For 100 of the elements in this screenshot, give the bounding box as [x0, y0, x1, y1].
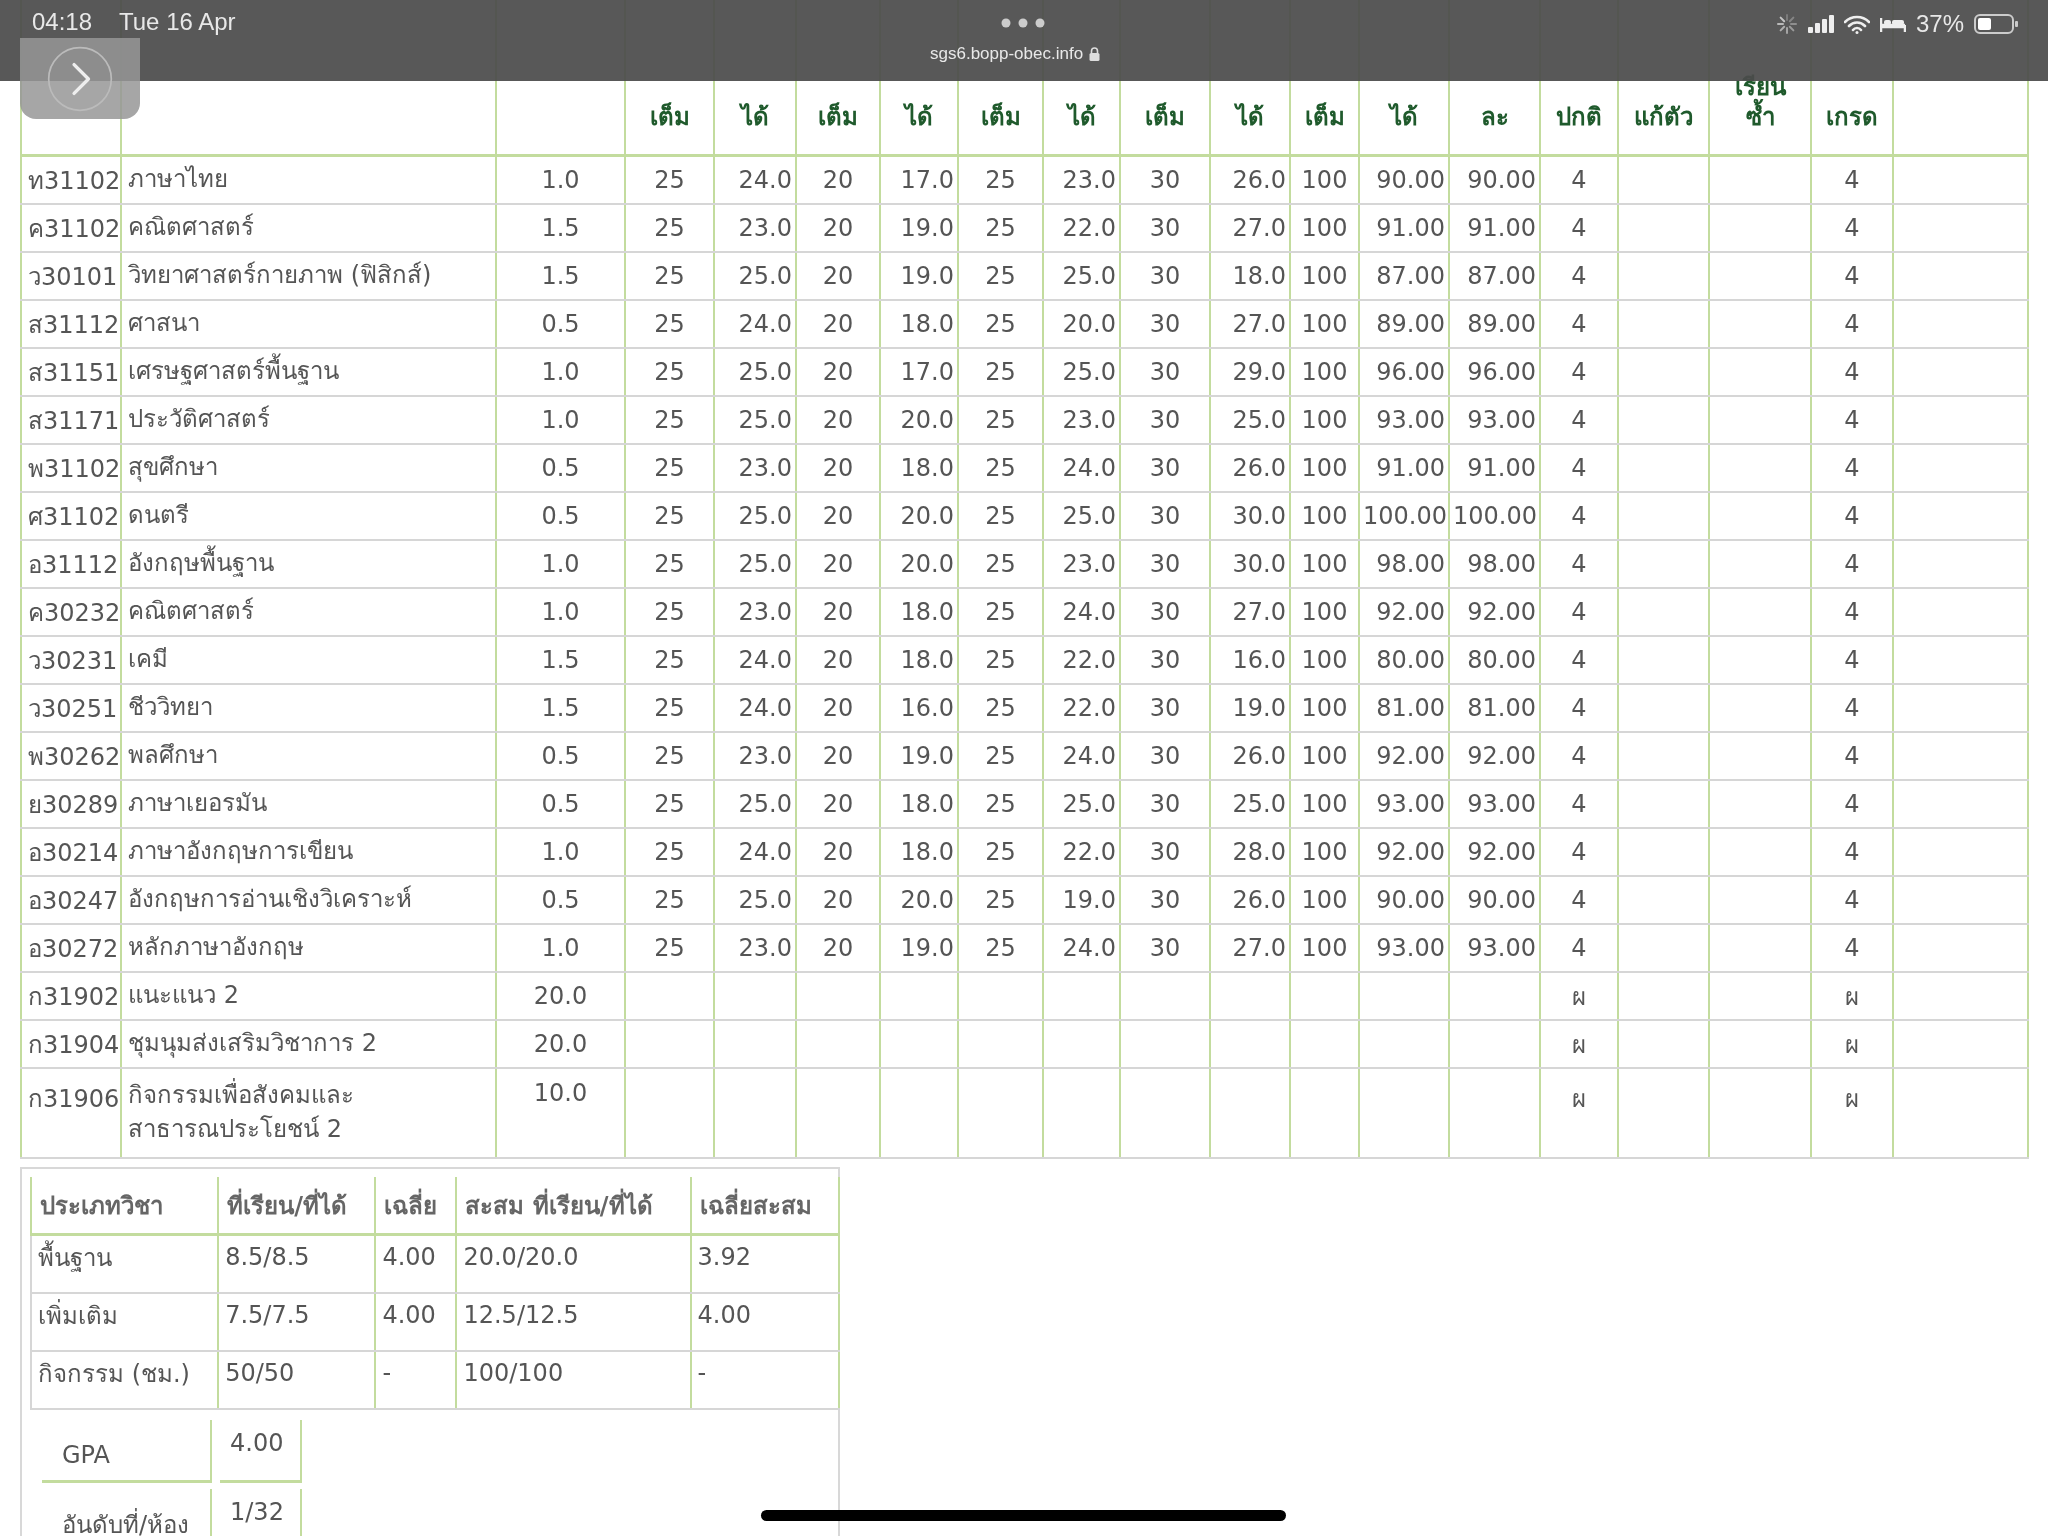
table-cell: 4 — [1811, 252, 1893, 300]
table-cell: แนะแนว 2 — [121, 972, 496, 1020]
table-cell: 92.00 — [1359, 732, 1449, 780]
table-cell: 30 — [1120, 732, 1210, 780]
table-cell: 24.0 — [714, 828, 796, 876]
table-cell: 24.0 — [714, 684, 796, 732]
table-cell: 4 — [1540, 300, 1618, 348]
table-cell: ผ — [1811, 1068, 1893, 1158]
table-cell: 1.0 — [496, 348, 625, 396]
table-cell: 4 — [1540, 155, 1618, 204]
table-cell: 100 — [1290, 780, 1359, 828]
table-cell: 30 — [1120, 300, 1210, 348]
table-cell: 89.00 — [1359, 300, 1449, 348]
table-cell: 27.0 — [1210, 300, 1290, 348]
table-cell: 1.0 — [496, 828, 625, 876]
table-cell: 96.00 — [1359, 348, 1449, 396]
table-cell: 18.0 — [880, 300, 958, 348]
table-cell: GPA — [42, 1420, 212, 1483]
table-cell: กิจกรรม (ชม.) — [31, 1351, 219, 1409]
table-cell: พ30262 — [21, 732, 121, 780]
table-cell: 100 — [1290, 348, 1359, 396]
table-cell: 18.0 — [1210, 252, 1290, 300]
table-cell: ส31171 — [21, 396, 121, 444]
table-cell: 25 — [958, 636, 1043, 684]
table-cell: 90.00 — [1449, 876, 1540, 924]
table-cell: 4 — [1811, 300, 1893, 348]
table-cell: 25 — [625, 828, 714, 876]
table-cell: ภาษาเยอรมัน — [121, 780, 496, 828]
table-cell: 19.0 — [880, 204, 958, 252]
table-cell: 1.5 — [496, 636, 625, 684]
table-cell: 24.0 — [714, 636, 796, 684]
table-cell: 25.0 — [1043, 252, 1120, 300]
table-cell: 25 — [958, 396, 1043, 444]
table-cell: 30 — [1120, 780, 1210, 828]
table-cell: 100 — [1290, 155, 1359, 204]
table-cell: 100 — [1290, 924, 1359, 972]
table-cell: 25 — [625, 492, 714, 540]
table-cell: 25 — [625, 396, 714, 444]
table-cell: 4 — [1811, 155, 1893, 204]
table-cell: 20.0/20.0 — [456, 1234, 691, 1293]
table-cell: 4 — [1540, 492, 1618, 540]
table-cell: 100 — [1290, 540, 1359, 588]
table-cell: 1.0 — [496, 924, 625, 972]
table-cell: 23.0 — [714, 924, 796, 972]
table-cell: 30 — [1120, 636, 1210, 684]
table-cell: 20.0 — [880, 876, 958, 924]
table-cell: 93.00 — [1449, 780, 1540, 828]
table-cell: 20 — [796, 876, 880, 924]
table-cell: 27.0 — [1210, 204, 1290, 252]
table-cell: 100 — [1290, 300, 1359, 348]
table-cell: ค31102 — [21, 204, 121, 252]
table-cell: 4 — [1811, 636, 1893, 684]
table-cell: 25.0 — [1043, 492, 1120, 540]
table-cell: 25 — [958, 300, 1043, 348]
table-cell: ผ — [1811, 972, 1893, 1020]
column-header: ประเภทวิชา — [31, 1177, 219, 1235]
back-button[interactable] — [20, 38, 140, 119]
table-cell: 19.0 — [1043, 876, 1120, 924]
table-cell: 100.00 — [1449, 492, 1540, 540]
table-cell: 25 — [958, 684, 1043, 732]
table-cell: 8.5/8.5 — [218, 1234, 376, 1293]
table-cell: 4 — [1811, 828, 1893, 876]
table-cell: 92.00 — [1449, 588, 1540, 636]
table-cell: 30 — [1120, 155, 1210, 204]
table-cell: 30 — [1120, 444, 1210, 492]
table-cell: 4 — [1540, 924, 1618, 972]
table-cell: 4 — [1811, 876, 1893, 924]
table-cell: ก31906 — [21, 1068, 121, 1158]
table-cell: 25 — [958, 876, 1043, 924]
table-cell: เพิ่มเติม — [31, 1293, 219, 1351]
table-cell: 25.0 — [714, 492, 796, 540]
table-cell: 23.0 — [1043, 540, 1120, 588]
table-cell: คณิตศาสตร์ — [121, 204, 496, 252]
table-cell: 4 — [1540, 348, 1618, 396]
more-icon[interactable] — [1001, 18, 1045, 28]
table-cell: 1.5 — [496, 684, 625, 732]
table-cell: 25 — [625, 348, 714, 396]
table-cell: 1.0 — [496, 155, 625, 204]
table-cell: 26.0 — [1210, 732, 1290, 780]
table-cell: เคมี — [121, 636, 496, 684]
table-cell: 100.00 — [1359, 492, 1449, 540]
column-header: ที่เรียน/ที่ได้ — [218, 1177, 376, 1235]
table-cell: 25 — [958, 252, 1043, 300]
lock-icon — [1089, 47, 1101, 61]
table-cell: 25.0 — [1043, 780, 1120, 828]
table-cell: อ30214 — [21, 828, 121, 876]
column-header: สะสม ที่เรียน/ที่ได้ — [456, 1177, 691, 1235]
table-cell: 25.0 — [714, 540, 796, 588]
table-cell: 90.00 — [1359, 155, 1449, 204]
table-cell: 90.00 — [1359, 876, 1449, 924]
table-cell: 23.0 — [1043, 396, 1120, 444]
table-cell: 87.00 — [1449, 252, 1540, 300]
table-cell: 18.0 — [880, 636, 958, 684]
table-cell: 30.0 — [1210, 540, 1290, 588]
table-cell: 96.00 — [1449, 348, 1540, 396]
table-cell: 25 — [958, 348, 1043, 396]
table-cell: 1.5 — [496, 252, 625, 300]
table-cell: 30 — [1120, 204, 1210, 252]
table-cell: 20.0 — [880, 492, 958, 540]
table-cell: 0.5 — [496, 300, 625, 348]
